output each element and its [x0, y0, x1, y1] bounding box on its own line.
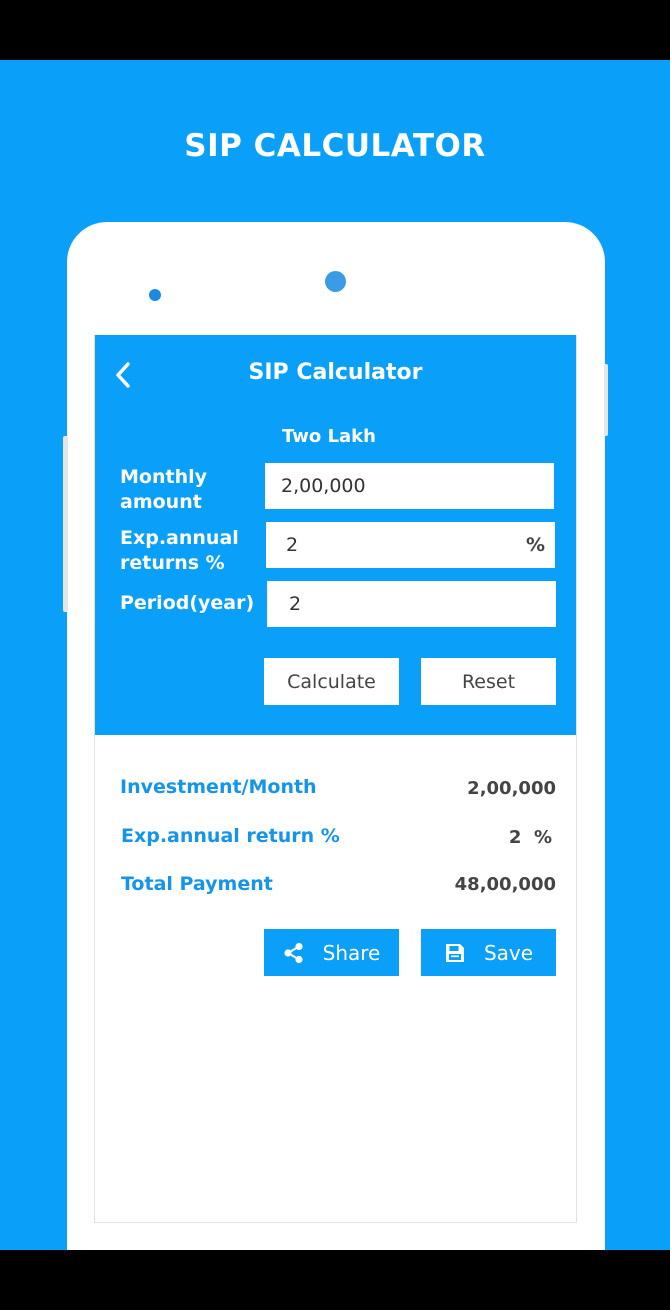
status-bar — [0, 0, 670, 60]
save-icon — [445, 943, 464, 962]
return-value: 2 % — [508, 827, 552, 848]
phone-side-button-left — [63, 436, 68, 612]
investment-label: Investment/Month — [120, 776, 317, 798]
phone-sensor — [325, 271, 346, 292]
share-icon — [284, 942, 303, 963]
share-button[interactable]: Share — [264, 929, 399, 976]
calculate-button[interactable]: Calculate — [264, 658, 399, 705]
total-payment-label: Total Payment — [121, 873, 273, 895]
reset-button[interactable]: Reset — [421, 658, 556, 705]
monthly-amount-input[interactable]: 2,00,000 — [265, 463, 554, 509]
phone-camera — [149, 289, 161, 301]
period-label: Period(year) — [120, 592, 255, 614]
return-label: Exp.annual return % — [121, 825, 340, 847]
period-input[interactable]: 2 — [267, 581, 556, 627]
share-label: Share — [322, 940, 381, 965]
phone-side-button-right — [604, 364, 608, 436]
annual-returns-input[interactable]: 2 % — [266, 522, 555, 568]
annual-returns-label: Exp.annual returns % — [120, 527, 239, 574]
amount-in-words: Two Lakh — [282, 426, 376, 447]
navigation-bar — [0, 1250, 670, 1310]
promo-title: SIP CALCULATOR — [184, 128, 486, 164]
monthly-amount-label: Monthly amount — [120, 466, 207, 513]
app-title: SIP Calculator — [248, 360, 423, 385]
total-payment-value: 48,00,000 — [454, 874, 556, 895]
investment-value: 2,00,000 — [467, 778, 556, 799]
percent-suffix: % — [525, 534, 545, 556]
save-button[interactable]: Save — [421, 929, 556, 976]
save-label: Save — [483, 940, 534, 965]
